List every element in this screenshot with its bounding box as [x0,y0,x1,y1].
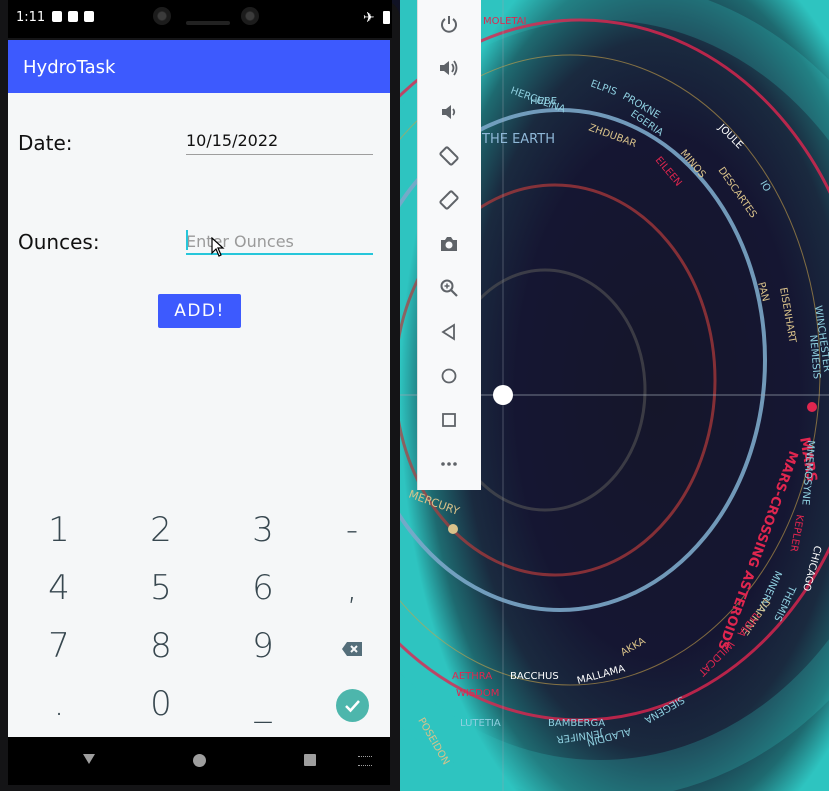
home-icon [441,368,457,384]
add-button[interactable]: ADD! [158,294,241,328]
key-9[interactable]: 9 [217,624,309,674]
camera-notch [136,0,280,38]
app-title: HydroTask [23,57,116,78]
more-button[interactable] [435,450,463,478]
app-bar: HydroTask [8,40,390,93]
key-2[interactable]: 2 [115,508,207,558]
key-3[interactable]: 3 [217,508,309,558]
label-asteroid: MOLETAI [483,16,527,27]
key-4[interactable]: 4 [13,566,105,616]
keyboard-switch-icon[interactable] [358,756,372,766]
label-asteroid: HEBE [530,96,557,107]
mercury-marker [448,524,458,534]
front-camera-icon [153,7,171,25]
numeric-keyboard: 1 2 3 - 4 5 6 , 7 8 9 . 0 _ [8,508,390,737]
date-label: Date: [18,131,73,155]
volume-up-icon [440,60,458,76]
emulator-toolbar [417,0,481,490]
overview-button[interactable] [435,406,463,434]
screenshot-button[interactable] [435,230,463,258]
label-asteroid: LUTETIA [460,718,501,729]
rotate-right-button[interactable] [435,186,463,214]
key-1[interactable]: 1 [13,508,105,558]
zoom-button[interactable] [435,274,463,302]
key-6[interactable]: 6 [217,566,309,616]
rotate-right-icon [439,190,459,210]
key-minus[interactable]: - [306,508,398,558]
rotate-left-button[interactable] [435,142,463,170]
power-button[interactable] [435,10,463,38]
mars-marker [807,402,817,412]
key-8[interactable]: 8 [115,624,207,674]
label-earth: THE EARTH [481,132,555,147]
date-field[interactable]: 10/15/2022 [186,131,373,155]
nav-home-icon[interactable] [193,754,206,767]
navigation-bar [8,737,390,785]
backspace-key[interactable] [306,624,398,674]
sun-marker [493,385,513,405]
label-asteroid: BAMBERGA [548,718,605,729]
battery-icon [383,11,390,24]
volume-down-icon [442,105,456,119]
volume-down-button[interactable] [435,98,463,126]
label-asteroid: AETHRA [452,671,492,682]
power-icon [441,16,457,33]
rotate-left-icon [439,146,459,166]
home-button[interactable] [435,362,463,390]
key-7[interactable]: 7 [13,624,105,674]
nav-back-icon[interactable] [82,752,96,766]
more-icon [441,462,457,466]
notification-icon [52,11,62,22]
nav-recents-icon[interactable] [304,754,316,766]
airplane-mode-icon: ✈ [363,9,375,25]
key-period[interactable]: . [13,682,105,732]
status-time: 1:11 [16,10,46,25]
checkmark-icon [345,700,360,713]
app-content: Date: 10/15/2022 Ounces: ADD! [8,93,390,508]
key-underscore[interactable]: _ [217,682,309,732]
key-comma[interactable]: , [306,566,398,616]
notification-icon [68,11,78,22]
front-camera-icon [241,7,259,25]
overview-icon [442,413,456,427]
back-button[interactable] [435,318,463,346]
camera-icon [441,237,457,251]
back-icon [441,323,455,341]
label-asteroid: WISDOM [456,688,499,699]
label-asteroid: BACCHUS [510,671,559,682]
key-0[interactable]: 0 [115,682,207,732]
zoom-icon [440,279,458,297]
status-bar: 1:11 ✈ [8,0,392,38]
phone-device: 1:11 ✈ HydroTask Date: 10/15/2022 Ounces… [0,0,400,791]
text-caret [186,230,188,250]
backspace-icon [342,642,362,656]
earpiece [186,21,230,25]
sd-card-icon [84,11,94,22]
volume-up-button[interactable] [435,54,463,82]
mouse-cursor-icon [211,237,225,257]
done-key[interactable] [336,689,369,722]
ounces-label: Ounces: [18,230,100,254]
key-5[interactable]: 5 [115,566,207,616]
